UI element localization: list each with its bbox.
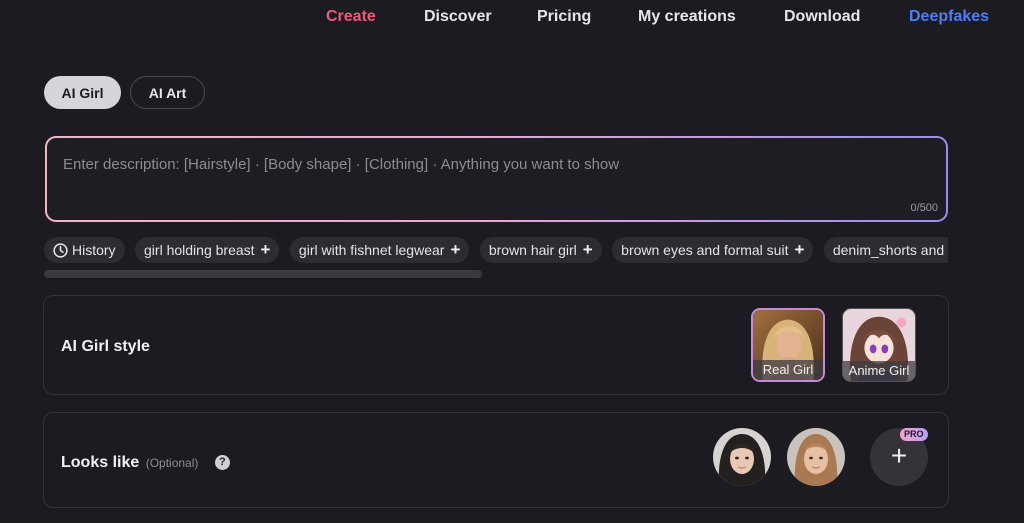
clock-icon (53, 242, 68, 258)
face-avatar-1 (713, 428, 771, 486)
plus-icon: + (450, 240, 461, 259)
top-nav: Create Discover Pricing My creations Dow… (0, 0, 1024, 36)
chip-label: denim_shorts and ass (832, 242, 948, 258)
style-option-real-girl[interactable]: Real Girl (751, 308, 825, 382)
chip-label: brown eyes and formal suit (621, 242, 789, 258)
prompt-box: 0/500 (45, 136, 948, 222)
looks-like-title: Looks like (Optional) ? (61, 454, 230, 472)
chip-label: brown hair girl (488, 242, 577, 258)
tab-ai-art[interactable]: AI Art (130, 76, 205, 109)
history-label: History (72, 242, 116, 258)
chip-label: girl holding breast (144, 242, 255, 258)
style-card: AI Girl style Real Girl Anime Girl (43, 295, 949, 395)
description-input[interactable] (63, 156, 923, 173)
nav-deepfakes[interactable]: Deepfakes (909, 8, 989, 26)
tab-ai-girl[interactable]: AI Girl (44, 76, 121, 109)
plus-icon: + (582, 240, 593, 259)
nav-download[interactable]: Download (784, 8, 860, 26)
pro-badge: PRO (900, 428, 928, 441)
style-option-label: Anime Girl (843, 361, 915, 381)
suggestion-chip[interactable]: denim_shorts and ass (823, 237, 948, 263)
plus-icon: + (890, 440, 908, 471)
history-chip[interactable]: History (44, 237, 125, 263)
chips-scrollbar[interactable] (44, 270, 482, 278)
looks-like-card: Looks like (Optional) ? + PRO (43, 412, 949, 508)
face-preset-1[interactable] (713, 428, 771, 486)
chip-label: girl with fishnet legwear (298, 242, 445, 258)
face-preset-2[interactable] (787, 428, 845, 486)
nav-my-creations[interactable]: My creations (638, 8, 736, 26)
style-option-label: Real Girl (753, 360, 823, 380)
suggestion-chip[interactable]: brown hair girl + (479, 237, 602, 263)
looks-like-label: Looks like (61, 454, 140, 471)
prompt-box-inner: 0/500 (47, 138, 946, 220)
face-avatar-2 (787, 428, 845, 486)
plus-icon: + (794, 240, 805, 259)
nav-discover[interactable]: Discover (424, 8, 492, 26)
nav-pricing[interactable]: Pricing (537, 8, 591, 26)
style-card-title: AI Girl style (61, 338, 150, 355)
style-option-anime-girl[interactable]: Anime Girl (842, 308, 916, 382)
suggestion-chip[interactable]: brown eyes and formal suit + (612, 237, 814, 263)
help-icon[interactable]: ? (214, 454, 230, 470)
nav-create[interactable]: Create (326, 8, 376, 26)
optional-label: (Optional) (145, 456, 199, 470)
plus-icon: + (260, 240, 271, 259)
suggestion-chip[interactable]: girl with fishnet legwear + (289, 237, 470, 263)
suggestion-chips: History girl holding breast + girl with f… (44, 237, 948, 263)
suggestion-chip[interactable]: girl holding breast + (135, 237, 280, 263)
character-counter: 0/500 (910, 202, 938, 214)
